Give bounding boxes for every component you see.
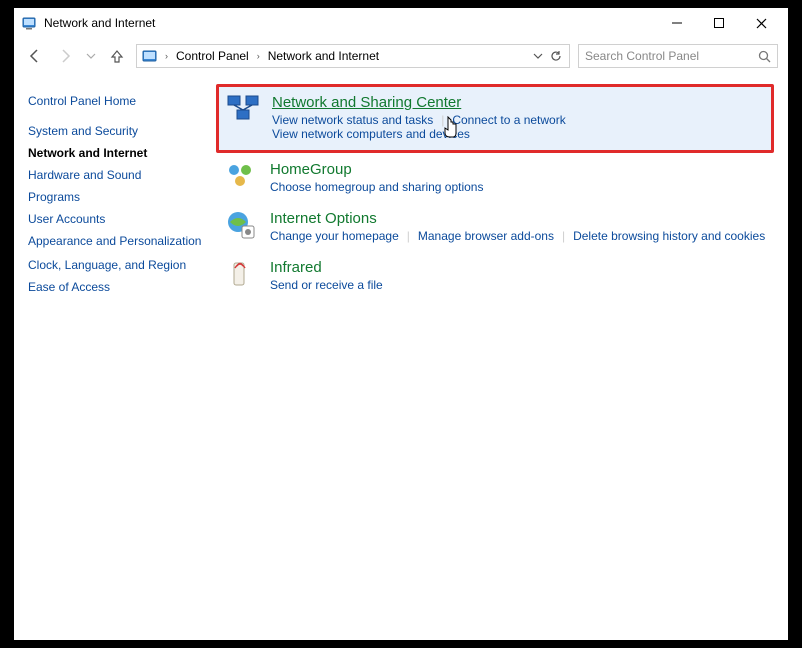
breadcrumb-root[interactable]: Control Panel [174,49,251,63]
sidebar: Control Panel Home System and Security N… [28,84,216,626]
separator: | [433,113,452,127]
internet-options-icon [224,208,258,242]
category-title-link[interactable]: Infrared [270,259,322,276]
category-title-link[interactable]: Network and Sharing Center [272,94,461,111]
link-manage-addons[interactable]: Manage browser add-ons [418,229,554,243]
search-input[interactable] [585,49,758,63]
link-delete-history[interactable]: Delete browsing history and cookies [573,229,765,243]
search-box[interactable] [578,44,778,68]
sidebar-home[interactable]: Control Panel Home [28,90,206,112]
location-icon [141,47,159,65]
window-controls [656,9,782,37]
sidebar-item-hardware-sound[interactable]: Hardware and Sound [28,164,206,186]
forward-button[interactable] [54,45,76,67]
category-infrared: Infrared Send or receive a file [216,251,774,300]
content-body: Control Panel Home System and Security N… [14,74,788,640]
titlebar: Network and Internet [14,8,788,38]
sidebar-item-programs[interactable]: Programs [28,186,206,208]
infrared-icon [224,257,258,291]
sidebar-item-network-internet[interactable]: Network and Internet [28,142,206,164]
refresh-icon[interactable] [549,49,563,63]
category-network-sharing-center: Network and Sharing Center View network … [216,84,774,153]
chevron-right-icon: › [255,51,262,61]
window-title: Network and Internet [44,16,155,30]
control-panel-icon [22,15,38,31]
back-button[interactable] [24,45,46,67]
main-panel: Network and Sharing Center View network … [216,84,774,626]
chevron-right-icon: › [163,51,170,61]
separator: | [399,229,418,243]
close-button[interactable] [740,9,782,37]
window: Network and Internet [14,8,788,640]
sidebar-item-ease-of-access[interactable]: Ease of Access [28,276,206,298]
address-bar[interactable]: › Control Panel › Network and Internet [136,44,570,68]
category-title-link[interactable]: Internet Options [270,210,377,227]
sidebar-item-clock-language-region[interactable]: Clock, Language, and Region [28,254,206,276]
navbar: › Control Panel › Network and Internet [14,38,788,74]
link-choose-homegroup[interactable]: Choose homegroup and sharing options [270,180,483,194]
sidebar-item-system-security[interactable]: System and Security [28,120,206,142]
link-send-receive-file[interactable]: Send or receive a file [270,278,383,292]
category-title-link[interactable]: HomeGroup [270,161,352,178]
sidebar-item-user-accounts[interactable]: User Accounts [28,208,206,230]
category-homegroup: HomeGroup Choose homegroup and sharing o… [216,153,774,202]
network-sharing-icon [226,92,260,126]
minimize-button[interactable] [656,9,698,37]
link-view-network-computers[interactable]: View network computers and devices [272,127,470,141]
search-icon [758,50,771,63]
link-change-homepage[interactable]: Change your homepage [270,229,399,243]
maximize-button[interactable] [698,9,740,37]
sidebar-item-appearance[interactable]: Appearance and Personalization [28,230,206,254]
breadcrumb-current[interactable]: Network and Internet [266,49,381,63]
link-connect-to-network[interactable]: Connect to a network [452,113,565,127]
homegroup-icon [224,159,258,193]
link-view-network-status[interactable]: View network status and tasks [272,113,433,127]
up-button[interactable] [106,45,128,67]
category-internet-options: Internet Options Change your homepage|Ma… [216,202,774,251]
separator: | [554,229,573,243]
history-dropdown-icon[interactable] [533,51,543,61]
recent-dropdown[interactable] [84,45,98,67]
